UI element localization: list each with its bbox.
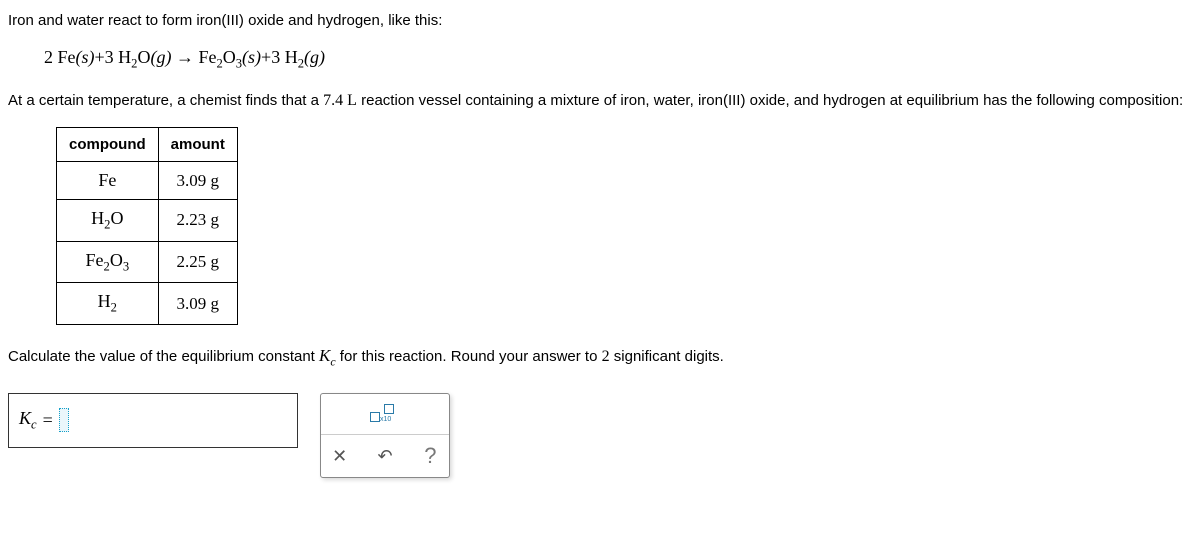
scientific-notation-button[interactable]: x10 [370, 404, 400, 424]
table-row: Fe2O32.25 g [57, 241, 238, 283]
undo-icon[interactable]: ↶ [374, 445, 395, 467]
col-compound: compound [57, 128, 159, 162]
answer-input[interactable] [59, 408, 69, 432]
amount-cell: 2.25 g [158, 241, 237, 283]
composition-table: compound amount Fe3.09 gH2O2.23 gFe2O32.… [56, 127, 238, 325]
table-row: Fe3.09 g [57, 162, 238, 200]
table-row: H23.09 g [57, 283, 238, 325]
compound-cell: H2O [57, 200, 159, 242]
intro-text: Iron and water react to form iron(III) o… [8, 10, 1192, 33]
context-text: At a certain temperature, a chemist find… [8, 89, 1192, 113]
col-amount: amount [158, 128, 237, 162]
compound-cell: Fe [57, 162, 159, 200]
table-row: H2O2.23 g [57, 200, 238, 242]
close-icon[interactable]: ✕ [329, 445, 350, 467]
reaction-equation: 2 Fe(s)+3 H2O(g) → Fe2O3(s)+3 H2(g) [8, 39, 1192, 90]
tool-panel: x10 ✕ ↶ ? [320, 393, 450, 478]
answer-box: Kc = [8, 393, 298, 448]
compound-cell: H2 [57, 283, 159, 325]
question-text: Calculate the value of the equilibrium c… [8, 343, 1192, 371]
amount-cell: 3.09 g [158, 283, 237, 325]
amount-cell: 2.23 g [158, 200, 237, 242]
compound-cell: Fe2O3 [57, 241, 159, 283]
amount-cell: 3.09 g [158, 162, 237, 200]
help-icon[interactable]: ? [420, 445, 441, 467]
